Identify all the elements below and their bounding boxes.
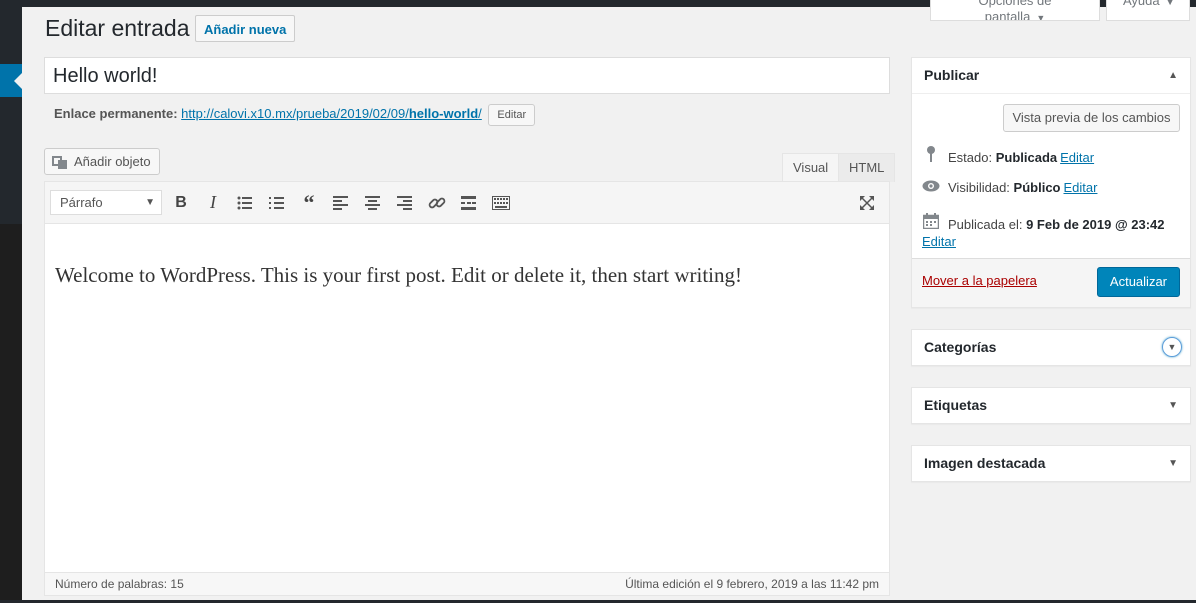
tab-visual[interactable]: Visual <box>782 153 840 182</box>
bullet-list-icon[interactable] <box>233 190 257 215</box>
page-title: Editar entrada <box>45 15 190 41</box>
numbered-list-icon[interactable] <box>265 190 289 215</box>
add-media-label: Añadir objeto <box>74 154 151 169</box>
italic-icon[interactable]: I <box>201 190 225 215</box>
editor-toolbar: Párrafo ▼ B I “ <box>45 182 889 224</box>
edit-date-link[interactable]: Editar <box>922 234 956 249</box>
publishing-actions: Mover a la papelera Actualizar <box>912 258 1190 307</box>
caret-down-icon: ▼ <box>1165 0 1175 7</box>
post-status: Estado: Publicada Editar <box>922 146 1094 165</box>
help-label: Ayuda <box>1123 0 1160 8</box>
visibility-label: Visibilidad: <box>948 180 1010 195</box>
post-visibility: Visibilidad: Público Editar <box>922 180 1097 195</box>
permalink-url-base: http://calovi.x10.mx/prueba/2019/02/09/ <box>181 106 409 121</box>
categories-box: Categorías ▼ <box>911 329 1191 366</box>
post-editor: Párrafo ▼ B I “ Welcome to WordPress. Th… <box>44 181 890 596</box>
edit-slug-button[interactable]: Editar <box>488 103 536 126</box>
permalink-url-tail: / <box>478 106 482 121</box>
chevron-down-icon: ▼ <box>145 197 155 208</box>
add-new-button[interactable]: Añadir nueva <box>195 15 296 42</box>
published-label: Publicada el: <box>948 217 1023 232</box>
caret-down-icon[interactable]: ▼ <box>1168 388 1178 423</box>
permalink-label: Enlace permanente: <box>54 106 178 121</box>
caret-down-icon: ▼ <box>1036 13 1046 21</box>
featured-image-box-header[interactable]: Imagen destacada ▼ <box>912 446 1190 481</box>
toggle-circle-icon[interactable]: ▼ <box>1162 337 1182 357</box>
published-edit-row: Editar <box>922 234 956 249</box>
tags-box-header[interactable]: Etiquetas ▼ <box>912 388 1190 423</box>
permalink-slug: hello-world <box>408 106 479 121</box>
permalink-link[interactable]: http://calovi.x10.mx/prueba/2019/02/09/h… <box>181 106 482 121</box>
admin-menu-lower <box>0 224 22 603</box>
caret-down-icon[interactable]: ▼ <box>1168 446 1178 481</box>
status-value: Publicada <box>995 150 1058 165</box>
align-right-icon[interactable] <box>393 190 417 215</box>
word-count: Número de palabras: 15 <box>55 577 184 591</box>
featured-image-box-title: Imagen destacada <box>924 455 1046 471</box>
help-button[interactable]: Ayuda ▼ <box>1106 0 1190 21</box>
publish-box-title: Publicar <box>924 67 980 83</box>
screen-options-button[interactable]: Opciones de pantalla ▼ <box>930 0 1100 21</box>
move-to-trash-link[interactable]: Mover a la papelera <box>922 273 1037 288</box>
last-edit: Última edición el 9 febrero, 2019 a las … <box>625 577 879 591</box>
caret-up-icon[interactable]: ▲ <box>1168 58 1178 93</box>
publish-box: Publicar ▲ Vista previa de los cambios E… <box>911 57 1191 308</box>
fullscreen-icon[interactable] <box>855 190 879 215</box>
publish-box-header[interactable]: Publicar ▲ <box>912 58 1190 94</box>
pin-icon <box>922 146 940 165</box>
blockquote-icon[interactable]: “ <box>297 190 321 215</box>
calendar-icon <box>922 213 940 232</box>
visibility-value: Público <box>1013 180 1061 195</box>
bold-icon[interactable]: B <box>169 190 193 215</box>
eye-icon <box>922 180 940 195</box>
toolbar-toggle-icon[interactable] <box>489 190 513 215</box>
align-left-icon[interactable] <box>329 190 353 215</box>
tags-box-title: Etiquetas <box>924 397 988 413</box>
post-title-input[interactable]: Hello world! <box>44 57 890 94</box>
align-center-icon[interactable] <box>361 190 385 215</box>
categories-box-title: Categorías <box>924 339 997 355</box>
format-select-value: Párrafo <box>60 195 103 210</box>
categories-box-header[interactable]: Categorías ▼ <box>912 330 1190 365</box>
add-media-button[interactable]: Añadir objeto <box>44 148 160 175</box>
link-icon[interactable] <box>425 190 449 215</box>
editor-content[interactable]: Welcome to WordPress. This is your first… <box>55 262 875 288</box>
permalink: Enlace permanente: http://calovi.x10.mx/… <box>54 103 536 126</box>
current-item-arrow <box>14 73 22 89</box>
status-label: Estado: <box>948 150 993 165</box>
featured-image-box: Imagen destacada ▼ <box>911 445 1191 482</box>
edit-visibility-link[interactable]: Editar <box>1064 180 1098 195</box>
post-published-date: Publicada el: 9 Feb de 2019 @ 23:42 <box>922 213 1165 232</box>
update-button[interactable]: Actualizar <box>1096 267 1180 297</box>
edit-status-link[interactable]: Editar <box>1060 150 1094 165</box>
tags-box: Etiquetas ▼ <box>911 387 1191 424</box>
published-value: 9 Feb de 2019 @ 23:42 <box>1026 217 1165 232</box>
tab-html[interactable]: HTML <box>838 153 896 182</box>
editor-status-bar: Número de palabras: 15 Última edición el… <box>45 572 889 595</box>
read-more-icon[interactable] <box>457 190 481 215</box>
preview-changes-button[interactable]: Vista previa de los cambios <box>1003 104 1180 132</box>
add-media-icon <box>52 155 68 169</box>
format-select[interactable]: Párrafo ▼ <box>50 190 162 215</box>
